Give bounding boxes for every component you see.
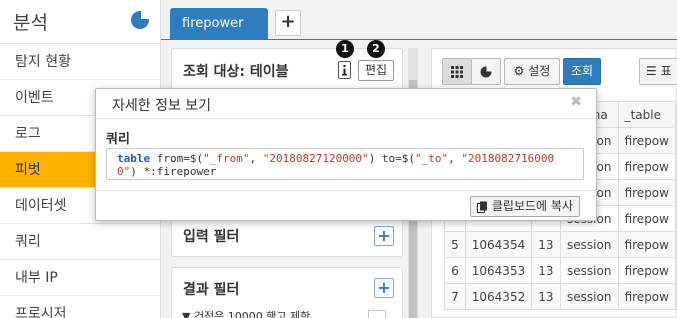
result-filter-title: 결과 필터 — [183, 282, 240, 298]
add-input-filter-button[interactable]: + — [374, 226, 394, 246]
table-cell: firepow — [617, 231, 677, 258]
edit-button[interactable]: 편집 — [358, 60, 394, 81]
table-row: 6 1064353 13 session firepow — [444, 257, 677, 284]
details-popup: 자세한 정보 보기 ✖ 쿼리 table from=$("_from", "20… — [95, 88, 597, 221]
table-cell: session — [560, 231, 619, 258]
query-keyword: table — [117, 152, 151, 165]
settings-button[interactable]: ⚙ 설정 — [504, 58, 560, 85]
query-label: 쿼리 — [106, 132, 130, 147]
info-icon — [342, 65, 347, 76]
info-button[interactable] — [338, 61, 351, 79]
copy-label: 클립보드에 복사 — [491, 199, 573, 213]
settings-label: 설정 — [528, 64, 551, 78]
table-cell: firepow — [617, 283, 677, 310]
target-title: 조회 대상: 테이블 — [183, 64, 289, 80]
query-part: , — [448, 152, 462, 165]
table-cell: session — [560, 283, 619, 310]
query-string: "_from" — [203, 152, 250, 165]
step-badge-1: 1 — [336, 40, 354, 58]
query-part: , — [249, 152, 263, 165]
gear-icon: ⚙ — [513, 64, 525, 78]
table-cell: 13 — [531, 283, 562, 310]
table-cell: 1064354 — [464, 231, 533, 258]
popup-footer: 클립보드에 복사 — [96, 190, 596, 220]
result-filter-row: ▼ 건적은 10000 행고 제한 — [182, 310, 311, 318]
table-view-button[interactable]: ☰ 표 — [639, 58, 677, 85]
popup-header: 자세한 정보 보기 ✖ — [96, 89, 596, 119]
table-cell: 13 — [531, 231, 562, 258]
add-tab-button[interactable]: + — [275, 10, 301, 36]
grid-view-button[interactable] — [442, 58, 472, 85]
chart-view-button[interactable] — [471, 58, 501, 85]
close-icon[interactable]: ✖ — [570, 94, 582, 110]
copy-to-clipboard-button[interactable]: 클립보드에 복사 — [469, 196, 580, 217]
table-cell: firepow — [617, 257, 677, 284]
table-cell: firepow — [617, 205, 677, 232]
sidebar-item-detection[interactable]: 탐지 현황 — [0, 44, 160, 80]
table-view-label: 표 — [660, 64, 672, 78]
pie-chart-icon — [480, 66, 492, 78]
column-header[interactable]: _table — [617, 101, 677, 128]
table-cell: firepow — [617, 153, 677, 180]
input-filter-title: 입력 필터 — [183, 229, 240, 245]
sidebar-title: 분석 — [13, 12, 48, 34]
result-filter-remove-button[interactable] — [368, 310, 386, 318]
grid-icon — [451, 66, 463, 78]
tab-firepower[interactable]: firepower — [170, 8, 268, 40]
table-cell: 1064353 — [464, 257, 533, 284]
table-row: 7 1064352 13 session firepow — [444, 283, 677, 310]
table-row: 5 1064354 13 session firepow — [444, 231, 677, 258]
query-part: ) *:firepower — [130, 165, 217, 178]
table-cell: 6 — [444, 257, 466, 284]
sidebar-item-procedures[interactable]: 프로시저 — [0, 296, 160, 318]
tab-bar: firepower + — [161, 0, 677, 40]
popup-title: 자세한 정보 보기 — [112, 98, 212, 114]
query-part: from=$( — [150, 152, 204, 165]
query-part: ) to=$( — [368, 152, 416, 165]
step-badge-2: 2 — [367, 40, 385, 58]
table-cell: 1064352 — [464, 283, 533, 310]
table-cell: 7 — [444, 283, 466, 310]
table-cell: 13 — [531, 257, 562, 284]
sidebar-header: 분석 — [0, 0, 160, 44]
clipboard-icon — [476, 201, 487, 213]
sidebar-item-queries[interactable]: 쿼리 — [0, 224, 160, 260]
table-cell: firepow — [617, 127, 677, 154]
pie-chart-icon — [130, 9, 150, 34]
table-cell: session — [560, 257, 619, 284]
add-result-filter-button[interactable]: + — [374, 278, 394, 298]
query-code[interactable]: table from=$("_from", "20180827120000") … — [106, 148, 584, 180]
sidebar-item-internal-ip[interactable]: 내부 IP — [0, 260, 160, 296]
query-button[interactable]: 조회 — [563, 58, 601, 85]
table-cell: firepow — [617, 179, 677, 206]
result-filter-card: 결과 필터 + ▼ 건적은 10000 행고 제한 — [171, 267, 403, 318]
query-string: "_to" — [415, 152, 449, 165]
query-string: "20180827120000" — [262, 152, 369, 165]
list-icon: ☰ — [646, 64, 657, 78]
table-cell: 5 — [444, 231, 466, 258]
